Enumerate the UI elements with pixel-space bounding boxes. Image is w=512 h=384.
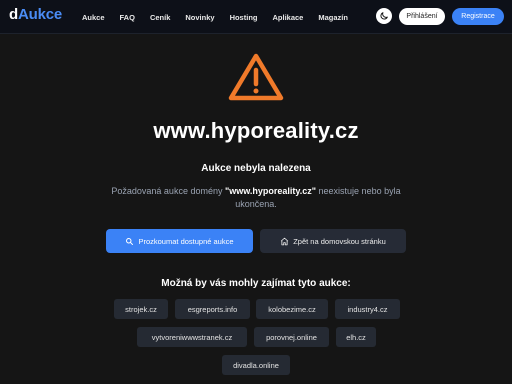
- related-auction-chip[interactable]: strojek.cz: [114, 299, 168, 319]
- status-heading: Aukce nebyla nalezena: [201, 163, 311, 174]
- nav-item-cenik[interactable]: Ceník: [150, 12, 170, 24]
- related-auction-chip[interactable]: esgreports.info: [175, 299, 250, 319]
- desc-text-before: Požadovaná aukce domény: [111, 186, 225, 196]
- explore-auctions-label: Prozkoumat dostupné aukce: [138, 236, 234, 246]
- related-auction-chip[interactable]: elh.cz: [336, 327, 376, 347]
- status-description: Požadovaná aukce domény "www.hyporeality…: [106, 185, 406, 211]
- site-logo[interactable]: dAukce: [9, 6, 62, 23]
- main-nav: Aukce FAQ Ceník Novinky Hosting Aplikace…: [82, 12, 363, 24]
- nav-item-aplikace[interactable]: Aplikace: [272, 12, 303, 24]
- related-auctions-heading: Možná by vás mohly zajímat tyto aukce:: [161, 278, 351, 289]
- top-navbar: dAukce Aukce FAQ Ceník Novinky Hosting A…: [0, 0, 512, 34]
- moon-icon: [380, 12, 388, 20]
- warning-triangle-icon: [228, 53, 284, 101]
- related-auction-chip[interactable]: porovnej.online: [254, 327, 329, 347]
- login-button[interactable]: Přihlášení: [399, 8, 445, 25]
- nav-item-novinky[interactable]: Novinky: [185, 12, 214, 24]
- page-title: www.hyporeality.cz: [153, 118, 359, 143]
- nav-item-hosting[interactable]: Hosting: [230, 12, 258, 24]
- back-home-label: Zpět na domovskou stránku: [293, 236, 386, 246]
- theme-toggle-button[interactable]: [376, 8, 392, 24]
- nav-item-magazin[interactable]: Magazín: [318, 12, 348, 24]
- home-icon: [281, 237, 289, 245]
- nav-item-aukce[interactable]: Aukce: [82, 12, 105, 24]
- search-icon: [126, 237, 134, 245]
- related-auction-chip[interactable]: kolobezime.cz: [256, 299, 328, 319]
- register-button[interactable]: Registrace: [452, 8, 504, 25]
- nav-item-faq[interactable]: FAQ: [120, 12, 135, 24]
- related-auction-chip[interactable]: vytvoreniwwwstranek.cz: [137, 327, 247, 347]
- logo-letter: d: [9, 6, 18, 23]
- related-auction-chip[interactable]: divadla.online: [222, 355, 290, 375]
- logo-word: Aukce: [17, 6, 62, 23]
- related-auction-chip[interactable]: industry4.cz: [335, 299, 400, 319]
- explore-auctions-button[interactable]: Prozkoumat dostupné aukce: [106, 229, 253, 253]
- back-home-button[interactable]: Zpět na domovskou stránku: [260, 229, 406, 253]
- desc-domain: "www.hyporeality.cz": [224, 186, 317, 196]
